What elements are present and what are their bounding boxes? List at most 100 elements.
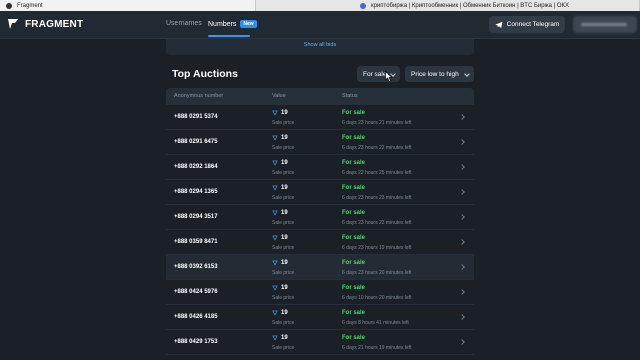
bids-panel: Show all bids	[166, 39, 474, 55]
status-label: For sale	[342, 235, 366, 241]
browser-tab-title: криптобиржа | Криптообменник | Обменник …	[370, 2, 569, 9]
status-label: For sale	[342, 185, 366, 191]
price-value: 19	[272, 110, 288, 116]
status-label: For sale	[342, 260, 366, 266]
chevron-right-icon	[459, 339, 465, 345]
status-label: For sale	[342, 135, 366, 141]
chevron-right-icon	[459, 239, 465, 245]
time-left: 6 days 23 hours 22 minutes left	[342, 145, 412, 151]
column-header-status: Status	[342, 93, 358, 99]
anonymous-number: +888 0429 1753	[174, 339, 218, 345]
price-amount: 19	[281, 235, 288, 241]
time-left: 6 days 21 hours 19 minutes left	[342, 345, 412, 351]
status-label: For sale	[342, 310, 366, 316]
anonymous-number: +888 0294 3517	[174, 214, 218, 220]
browser-tab-title: Fragment	[17, 2, 43, 9]
price-value: 19	[272, 160, 288, 166]
table-row[interactable]: +888 0292 1864 19 Sale price For sale 6 days…	[166, 155, 474, 180]
column-header-value: Value	[272, 93, 286, 99]
auctions-table: Anonymous number Value Status +888 0291 …	[166, 88, 474, 360]
chevron-right-icon	[459, 214, 465, 220]
active-tab-indicator	[208, 35, 250, 37]
time-left: 6 days 23 hours 20 minutes left	[342, 270, 412, 276]
ton-icon	[272, 285, 278, 291]
table-row[interactable]: +888 0424 5976 19 Sale price For sale 6 days…	[166, 280, 474, 305]
price-note: Sale price	[272, 345, 295, 351]
mouse-cursor-icon	[385, 71, 393, 82]
chevron-right-icon	[459, 139, 465, 145]
price-amount: 19	[281, 260, 288, 266]
show-all-bids-link[interactable]: Show all bids	[166, 42, 474, 48]
price-value: 19	[272, 210, 288, 216]
chevron-right-icon	[459, 264, 465, 270]
connect-telegram-button[interactable]: Connect Telegram	[489, 16, 565, 33]
table-row[interactable]: +888 0429 1753 19 Sale price For sale 6 days…	[166, 330, 474, 355]
time-left: 6 days 23 hours 23 minutes left	[342, 220, 412, 226]
ton-icon	[272, 185, 278, 191]
price-note: Sale price	[272, 170, 295, 176]
chevron-right-icon	[459, 114, 465, 120]
time-left: 6 days 23 hours 21 minutes left	[342, 120, 412, 126]
ton-icon	[272, 310, 278, 316]
table-row[interactable]: +888 0294 3517 19 Sale price For sale 6 days…	[166, 205, 474, 230]
time-left: 6 days 22 hours 25 minutes left	[342, 170, 412, 176]
table-row[interactable]: +888 0291 6475 19 Sale price For sale 6 days…	[166, 130, 474, 155]
chevron-right-icon	[459, 164, 465, 170]
price-amount: 19	[281, 110, 288, 116]
price-value: 19	[272, 235, 288, 241]
tab-usernames[interactable]: Usernames	[166, 20, 202, 27]
price-value: 19	[272, 285, 288, 291]
table-row[interactable]: +888 0291 5374 19 Sale price For sale 6 days…	[166, 105, 474, 130]
blurred-text	[581, 23, 627, 26]
price-value: 19	[272, 260, 288, 266]
anonymous-number: +888 0424 5976	[174, 289, 218, 295]
fragment-logo[interactable]: FRAGMENT	[7, 18, 83, 30]
price-note: Sale price	[272, 120, 295, 126]
anonymous-number: +888 0294 1365	[174, 189, 218, 195]
table-row[interactable]: +888 0294 1365 19 Sale price For sale 6 days…	[166, 180, 474, 205]
fragment-logo-icon	[8, 19, 18, 29]
browser-tab-exchange[interactable]: криптобиржа | Криптообменник | Обменник …	[256, 0, 640, 11]
account-button-blurred[interactable]	[573, 16, 637, 33]
time-left: 6 days 23 hours 19 minutes left	[342, 245, 412, 251]
telegram-icon	[495, 21, 503, 28]
price-amount: 19	[281, 335, 288, 341]
price-amount: 19	[281, 135, 288, 141]
price-note: Sale price	[272, 195, 295, 201]
exchange-favicon-icon	[359, 2, 366, 9]
status-label: For sale	[342, 335, 366, 341]
chevron-right-icon	[459, 289, 465, 295]
time-left: 6 days 23 hours 23 minutes left	[342, 195, 412, 201]
new-badge: New	[240, 20, 257, 28]
price-amount: 19	[281, 285, 288, 291]
status-filter-dropdown[interactable]: For sale	[357, 66, 400, 82]
price-amount: 19	[281, 160, 288, 166]
price-amount: 19	[281, 185, 288, 191]
sort-dropdown[interactable]: Price low to high	[405, 66, 474, 82]
chevron-right-icon	[459, 314, 465, 320]
table-row[interactable]: +888 0359 8471 19 Sale price For sale 6 days…	[166, 230, 474, 255]
status-label: For sale	[342, 160, 366, 166]
price-value: 19	[272, 310, 288, 316]
price-note: Sale price	[272, 245, 295, 251]
browser-tab-fragment[interactable]: Fragment	[0, 0, 256, 11]
price-value: 19	[272, 185, 288, 191]
column-header-number: Anonymous number	[174, 93, 224, 99]
tab-numbers[interactable]: Numbers New	[208, 20, 257, 28]
price-note: Sale price	[272, 320, 295, 326]
site-header: FRAGMENT Usernames Numbers New Connect Te…	[0, 11, 640, 39]
chevron-right-icon	[459, 189, 465, 195]
table-row[interactable]: +888 0392 6153 19 Sale price For sale 6 days…	[166, 255, 474, 280]
price-amount: 19	[281, 310, 288, 316]
ton-icon	[272, 210, 278, 216]
status-label: For sale	[342, 285, 366, 291]
anonymous-number: +888 0359 8471	[174, 239, 218, 245]
table-row[interactable]: +888 0426 4185 19 Sale price For sale 6 days…	[166, 305, 474, 330]
anonymous-number: +888 0292 1864	[174, 164, 218, 170]
ton-icon	[272, 160, 278, 166]
ton-icon	[272, 260, 278, 266]
price-note: Sale price	[272, 145, 295, 151]
price-note: Sale price	[272, 220, 295, 226]
status-label: For sale	[342, 210, 366, 216]
browser-tab-strip: Fragment криптобиржа | Криптообменник | …	[0, 0, 640, 11]
